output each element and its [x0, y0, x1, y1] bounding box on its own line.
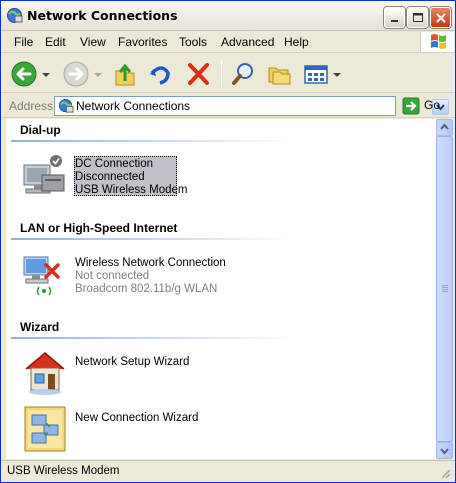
up-folder-button[interactable] [111, 59, 139, 89]
forward-button[interactable] [61, 59, 105, 89]
menu-help[interactable]: Help [284, 35, 309, 49]
close-icon [436, 13, 446, 23]
network-connections-icon [58, 98, 74, 113]
search-button[interactable] [229, 59, 257, 89]
resize-grip-icon[interactable] [439, 467, 451, 479]
address-label: Address [9, 99, 54, 113]
go-button[interactable]: Go [402, 97, 452, 115]
delete-button[interactable] [185, 59, 213, 89]
maximize-button[interactable] [407, 7, 428, 28]
undo-button[interactable] [146, 59, 174, 89]
menu-advanced[interactable]: Advanced [221, 35, 274, 49]
views-grid-icon [304, 65, 341, 84]
menu-view[interactable]: View [80, 35, 106, 49]
scroll-up-button[interactable] [436, 119, 453, 136]
menu-edit[interactable]: Edit [45, 35, 66, 49]
folders-icon [268, 67, 291, 85]
new-connection-wizard-icon [24, 406, 66, 452]
toolbar [1, 54, 455, 93]
connection-status: Disconnected [75, 171, 145, 183]
address-value: Network Connections [76, 99, 191, 113]
search-icon [232, 63, 253, 85]
vertical-scrollbar[interactable] [436, 119, 453, 459]
minimize-button[interactable] [384, 7, 405, 28]
menu-tools[interactable]: Tools [179, 35, 207, 49]
back-button[interactable] [9, 59, 53, 89]
wizard-label: Network Setup Wizard [75, 356, 190, 368]
connection-status: Not connected [75, 270, 150, 282]
connection-name: DC Connection [75, 158, 153, 170]
folders-button[interactable] [265, 59, 293, 89]
connection-name: Wireless Network Connection [75, 257, 226, 269]
scroll-down-button[interactable] [436, 442, 453, 459]
chevron-down-icon [440, 448, 449, 455]
windows-flag-icon [431, 34, 446, 49]
address-input[interactable]: Network Connections [54, 96, 449, 116]
network-globe-icon [7, 8, 23, 23]
windows-logo [420, 32, 454, 52]
status-bar: USB Wireless Modem [1, 460, 455, 482]
go-label: Go [424, 98, 441, 112]
thumb-grip [442, 289, 448, 290]
thumb-grip [442, 285, 448, 286]
group-header-wizard: Wizard [20, 320, 60, 334]
connections-list: Dial-up DC Connection Disconnected USB W… [6, 119, 436, 459]
minimize-icon [391, 20, 398, 22]
connection-device: Broadcom 802.11b/g WLAN [75, 283, 218, 295]
network-setup-wizard-icon [25, 352, 65, 395]
thumb-grip [442, 287, 448, 288]
group-divider [11, 238, 296, 240]
group-header-dial-up: Dial-up [20, 123, 61, 137]
scroll-thumb[interactable] [436, 136, 453, 442]
wizard-label: New Connection Wizard [75, 412, 199, 424]
go-arrow-icon [402, 97, 420, 115]
wireless-network-icon [23, 256, 60, 296]
title-bar[interactable]: Network Connections [1, 1, 455, 31]
menu-favorites[interactable]: Favorites [118, 35, 167, 49]
menu-file[interactable]: File [14, 35, 33, 49]
menu-bar: File Edit View Favorites Tools Advanced … [1, 31, 455, 53]
connection-item-text: Wireless Network Connection Not connecte… [75, 257, 226, 296]
group-header-lan: LAN or High-Speed Internet [20, 221, 178, 235]
group-divider [11, 140, 296, 142]
chevron-up-icon [440, 123, 449, 130]
window-title: Network Connections [27, 8, 178, 23]
maximize-icon [413, 13, 423, 22]
connection-item-text: DC Connection Disconnected USB Wireless … [75, 158, 187, 197]
thumb-grip [442, 291, 448, 292]
toolbar-separator [221, 61, 222, 87]
undo-icon [150, 66, 170, 85]
delete-x-icon [188, 63, 209, 85]
status-text: USB Wireless Modem [7, 465, 120, 477]
address-bar: Address Network Connections Go [1, 94, 455, 118]
group-divider [11, 337, 296, 339]
back-arrow-icon [11, 61, 50, 87]
up-folder-icon [115, 63, 135, 86]
close-button[interactable] [430, 7, 451, 28]
connection-device: USB Wireless Modem [75, 184, 188, 196]
forward-arrow-icon [63, 61, 102, 87]
network-connections-window: Network Connections File Edit View Favor… [0, 0, 456, 483]
dialup-modem-icon [23, 155, 65, 194]
views-button[interactable] [301, 59, 345, 89]
